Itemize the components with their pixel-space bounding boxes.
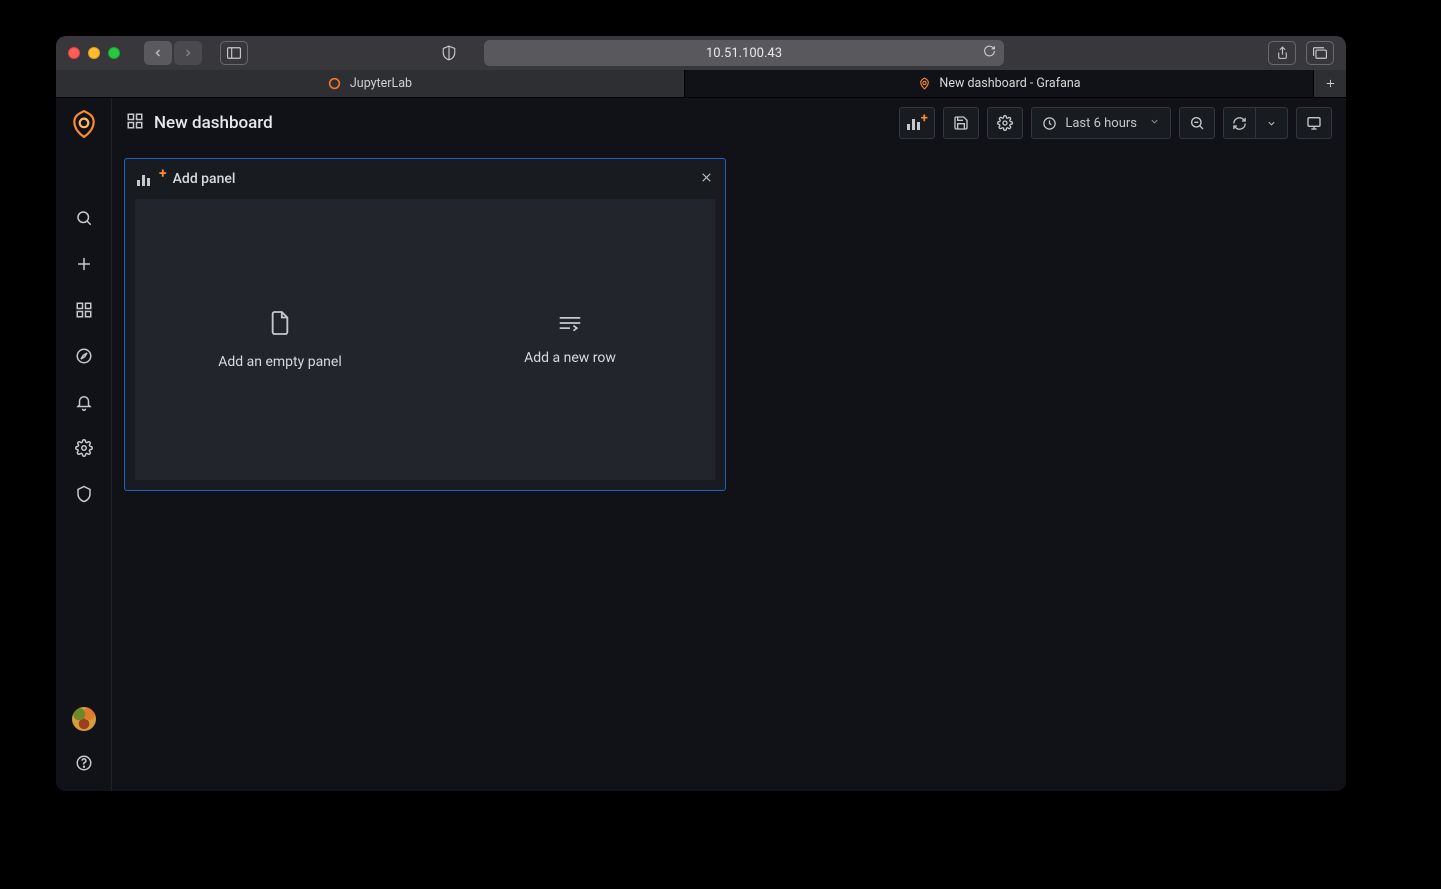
close-window-button[interactable] xyxy=(68,47,80,59)
row-icon xyxy=(558,314,582,336)
bars-icon xyxy=(907,116,920,130)
sidebar-toggle-button[interactable] xyxy=(220,41,248,65)
grafana-icon xyxy=(917,77,931,91)
topbar-right: + Last 6 hours xyxy=(899,107,1332,139)
breadcrumb[interactable]: New dashboard xyxy=(126,112,273,135)
clock-icon xyxy=(1042,116,1057,131)
browser-titlebar: 10.51.100.43 xyxy=(56,36,1346,70)
add-panel-widget: + Add panel Add an empty panel xyxy=(124,158,726,491)
browser-tab-row: JupyterLab New dashboard - Grafana xyxy=(56,70,1346,98)
grafana-app: New dashboard + xyxy=(56,98,1346,791)
nav-configuration-icon[interactable] xyxy=(66,430,102,466)
tv-mode-button[interactable] xyxy=(1296,107,1332,139)
tab-jupyterlab[interactable]: JupyterLab xyxy=(56,70,685,97)
nav-dashboards-icon[interactable] xyxy=(66,292,102,328)
add-panel-title: Add panel xyxy=(173,171,236,187)
nav-buttons xyxy=(144,41,202,65)
close-add-panel-button[interactable] xyxy=(700,171,713,188)
add-panel-header: + Add panel xyxy=(125,159,725,199)
add-empty-panel-button[interactable]: Add an empty panel xyxy=(135,199,425,480)
titlebar-right-buttons xyxy=(1268,41,1334,65)
jupyter-icon xyxy=(328,77,342,91)
forward-button[interactable] xyxy=(174,41,202,65)
plus-icon: + xyxy=(921,111,928,126)
add-new-row-button[interactable]: Add a new row xyxy=(425,199,715,480)
user-avatar[interactable] xyxy=(72,707,96,731)
add-new-row-label: Add a new row xyxy=(524,350,616,366)
tabs-overview-button[interactable] xyxy=(1306,41,1334,65)
window-controls xyxy=(68,47,120,59)
tab-label: JupyterLab xyxy=(350,76,412,91)
page-title: New dashboard xyxy=(154,113,273,133)
dashboard-canvas: + Add panel Add an empty panel xyxy=(112,148,1346,791)
refresh-button[interactable] xyxy=(1223,107,1256,139)
nav-alerting-icon[interactable] xyxy=(66,384,102,420)
plus-icon: + xyxy=(159,166,167,182)
chevron-down-icon xyxy=(1149,116,1160,131)
minimize-window-button[interactable] xyxy=(88,47,100,59)
refresh-interval-dropdown[interactable] xyxy=(1256,107,1288,139)
tab-label: New dashboard - Grafana xyxy=(939,76,1080,91)
dashboard-icon xyxy=(126,112,144,135)
add-panel-button[interactable]: + xyxy=(899,107,935,139)
share-button[interactable] xyxy=(1268,41,1296,65)
bars-icon xyxy=(137,172,150,186)
refresh-split-button xyxy=(1223,107,1288,139)
address-bar[interactable]: 10.51.100.43 xyxy=(484,40,1004,66)
address-text: 10.51.100.43 xyxy=(706,46,782,61)
zoom-out-button[interactable] xyxy=(1179,107,1215,139)
nav-help-icon[interactable] xyxy=(66,745,102,781)
main-area: New dashboard + xyxy=(112,98,1346,791)
grafana-logo[interactable] xyxy=(68,108,100,140)
tab-grafana[interactable]: New dashboard - Grafana xyxy=(685,70,1314,97)
dashboard-settings-button[interactable] xyxy=(987,107,1023,139)
nav-search-icon[interactable] xyxy=(66,200,102,236)
reload-icon[interactable] xyxy=(983,45,996,62)
new-tab-button[interactable] xyxy=(1314,70,1346,97)
privacy-shield-icon[interactable] xyxy=(436,41,462,65)
left-nav xyxy=(56,98,112,791)
zoom-window-button[interactable] xyxy=(108,47,120,59)
back-button[interactable] xyxy=(144,41,172,65)
time-range-label: Last 6 hours xyxy=(1065,116,1137,131)
topbar: New dashboard + xyxy=(112,98,1346,148)
add-panel-body: Add an empty panel Add a new row xyxy=(135,199,715,480)
nav-explore-icon[interactable] xyxy=(66,338,102,374)
nav-server-admin-icon[interactable] xyxy=(66,476,102,512)
add-empty-panel-label: Add an empty panel xyxy=(218,354,342,370)
nav-create-icon[interactable] xyxy=(66,246,102,282)
browser-window: 10.51.100.43 JupyterLab New dashb xyxy=(56,36,1346,791)
time-range-picker[interactable]: Last 6 hours xyxy=(1031,107,1171,139)
save-dashboard-button[interactable] xyxy=(943,107,979,139)
file-icon xyxy=(269,310,291,340)
